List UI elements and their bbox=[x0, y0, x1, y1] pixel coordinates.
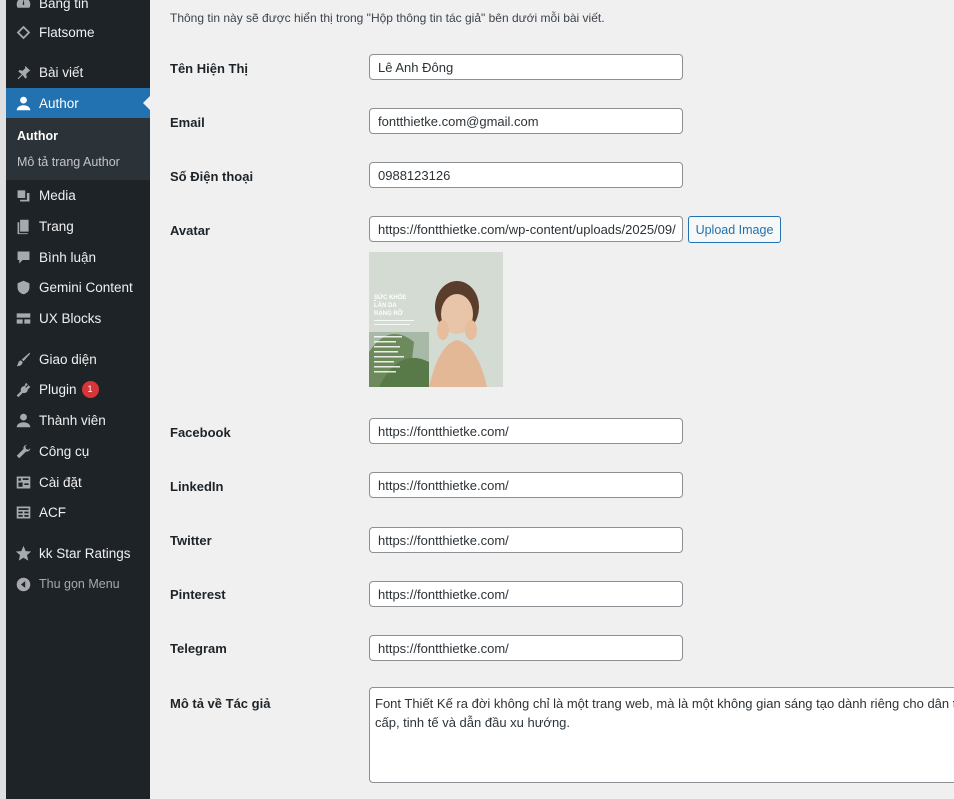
user-icon bbox=[14, 94, 32, 112]
phone-label: Số Điện thoại bbox=[170, 169, 254, 184]
phone-input[interactable]: 0988123126 bbox=[369, 162, 683, 188]
avatar-label: Avatar bbox=[170, 223, 210, 238]
menu-item-pages[interactable]: Trang bbox=[6, 211, 150, 241]
wrench-icon bbox=[14, 442, 32, 460]
form-description: Thông tin này sẽ được hiển thị trong "Hộ… bbox=[170, 11, 605, 25]
menu-item-ux-blocks[interactable]: UX Blocks bbox=[6, 303, 150, 333]
telegram-input[interactable]: https://fontthietke.com/ bbox=[369, 635, 683, 661]
menu-label-media: Media bbox=[39, 187, 76, 203]
menu-label-appearance: Giao diện bbox=[39, 351, 97, 367]
avatar-url-input[interactable]: https://fontthietke.com/wp-content/uploa… bbox=[369, 216, 683, 242]
linkedin-input[interactable]: https://fontthietke.com/ bbox=[369, 472, 683, 498]
twitter-label: Twitter bbox=[170, 533, 212, 548]
menu-label-pages: Trang bbox=[39, 218, 74, 234]
author-description-textarea[interactable]: Font Thiết Kế ra đời không chỉ là một tr… bbox=[369, 687, 954, 783]
display-name-input[interactable]: Lê Anh Đông bbox=[369, 54, 683, 80]
description-line-1: Font Thiết Kế ra đời không chỉ là một tr… bbox=[375, 696, 954, 711]
author-description-label: Mô tả về Tác giả bbox=[170, 696, 271, 711]
menu-label-tools: Công cụ bbox=[39, 443, 90, 459]
flatsome-icon bbox=[14, 23, 32, 41]
author-submenu: Author Mô tả trang Author bbox=[6, 118, 150, 180]
page-icon bbox=[14, 217, 32, 235]
menu-label-acf: ACF bbox=[39, 504, 66, 520]
menu-label-gemini-content: Gemini Content bbox=[39, 279, 133, 295]
avatar-image-text-1: SỨC KHỎE bbox=[374, 294, 406, 301]
menu-label-plugins: Plugin bbox=[39, 381, 77, 397]
menu-item-users[interactable]: Thành viên bbox=[6, 405, 150, 435]
acf-icon bbox=[14, 503, 32, 521]
submenu-author-description[interactable]: Mô tả trang Author bbox=[17, 155, 120, 169]
menu-label-kk-star-ratings: kk Star Ratings bbox=[39, 545, 131, 561]
facebook-input[interactable]: https://fontthietke.com/ bbox=[369, 418, 683, 444]
pinterest-input[interactable]: https://fontthietke.com/ bbox=[369, 581, 683, 607]
menu-item-flatsome[interactable]: Flatsome bbox=[6, 17, 150, 47]
menu-item-acf[interactable]: ACF bbox=[6, 497, 150, 527]
menu-label-users: Thành viên bbox=[39, 412, 106, 428]
telegram-label: Telegram bbox=[170, 641, 227, 656]
email-input[interactable]: fontthietke.com@gmail.com bbox=[369, 108, 683, 134]
pinterest-label: Pinterest bbox=[170, 587, 226, 602]
comment-icon bbox=[14, 248, 32, 266]
linkedin-label: LinkedIn bbox=[170, 479, 224, 494]
menu-item-kk-star-ratings[interactable]: kk Star Ratings bbox=[6, 538, 150, 568]
menu-label-posts: Bài viết bbox=[39, 64, 84, 80]
avatar-image-text-3: RẠNG RỠ bbox=[374, 310, 404, 317]
avatar-image-text-2: LÀN DA bbox=[374, 302, 397, 309]
menu-item-tools[interactable]: Công cụ bbox=[6, 436, 150, 466]
menu-item-settings[interactable]: Cài đặt bbox=[6, 467, 150, 497]
author-settings-form: Thông tin này sẽ được hiển thị trong "Hộ… bbox=[150, 0, 954, 799]
admin-sidebar: Bảng tin Flatsome Bài viết Author Author… bbox=[6, 0, 150, 799]
menu-label-flatsome: Flatsome bbox=[39, 24, 95, 40]
blocks-icon bbox=[14, 309, 32, 327]
menu-label-settings: Cài đặt bbox=[39, 474, 82, 490]
menu-item-gemini-content[interactable]: Gemini Content bbox=[6, 272, 150, 302]
star-icon bbox=[14, 544, 32, 562]
update-count-badge: 1 bbox=[81, 380, 99, 398]
twitter-input[interactable]: https://fontthietke.com/ bbox=[369, 527, 683, 553]
menu-label-ux-blocks: UX Blocks bbox=[39, 310, 102, 326]
facebook-label: Facebook bbox=[170, 425, 231, 440]
menu-item-comments[interactable]: Bình luận bbox=[6, 242, 150, 272]
collapse-menu-label: Thu gọn Menu bbox=[39, 577, 120, 591]
brush-icon bbox=[14, 350, 32, 368]
menu-item-author[interactable]: Author bbox=[6, 88, 150, 118]
user-icon bbox=[14, 411, 32, 429]
menu-label-author: Author bbox=[39, 95, 79, 111]
shield-icon bbox=[14, 278, 32, 296]
description-line-2: cấp, tinh tế và dẫn đầu xu hướng. bbox=[375, 715, 571, 730]
email-label: Email bbox=[170, 115, 205, 130]
collapse-arrow-icon bbox=[14, 575, 32, 593]
menu-item-appearance[interactable]: Giao diện bbox=[6, 344, 150, 374]
submenu-author[interactable]: Author bbox=[17, 129, 58, 143]
avatar-preview-image: SỨC KHỎE LÀN DA RẠNG RỠ bbox=[369, 252, 503, 387]
collapse-menu-button[interactable]: Thu gọn Menu bbox=[6, 569, 150, 599]
pin-icon bbox=[14, 63, 32, 81]
menu-label-comments: Bình luận bbox=[39, 249, 97, 265]
menu-item-plugins[interactable]: Plugin 1 bbox=[6, 374, 150, 404]
menu-item-media[interactable]: Media bbox=[6, 180, 150, 210]
upload-image-button[interactable]: Upload Image bbox=[688, 216, 781, 243]
menu-item-posts[interactable]: Bài viết bbox=[6, 57, 150, 87]
settings-icon bbox=[14, 473, 32, 491]
media-icon bbox=[14, 186, 32, 204]
menu-label-dashboard: Bảng tin bbox=[39, 0, 89, 11]
plugin-icon bbox=[14, 380, 32, 398]
dashboard-icon bbox=[14, 0, 32, 12]
display-name-label: Tên Hiện Thị bbox=[170, 61, 248, 76]
menu-item-dashboard[interactable]: Bảng tin bbox=[6, 0, 150, 18]
